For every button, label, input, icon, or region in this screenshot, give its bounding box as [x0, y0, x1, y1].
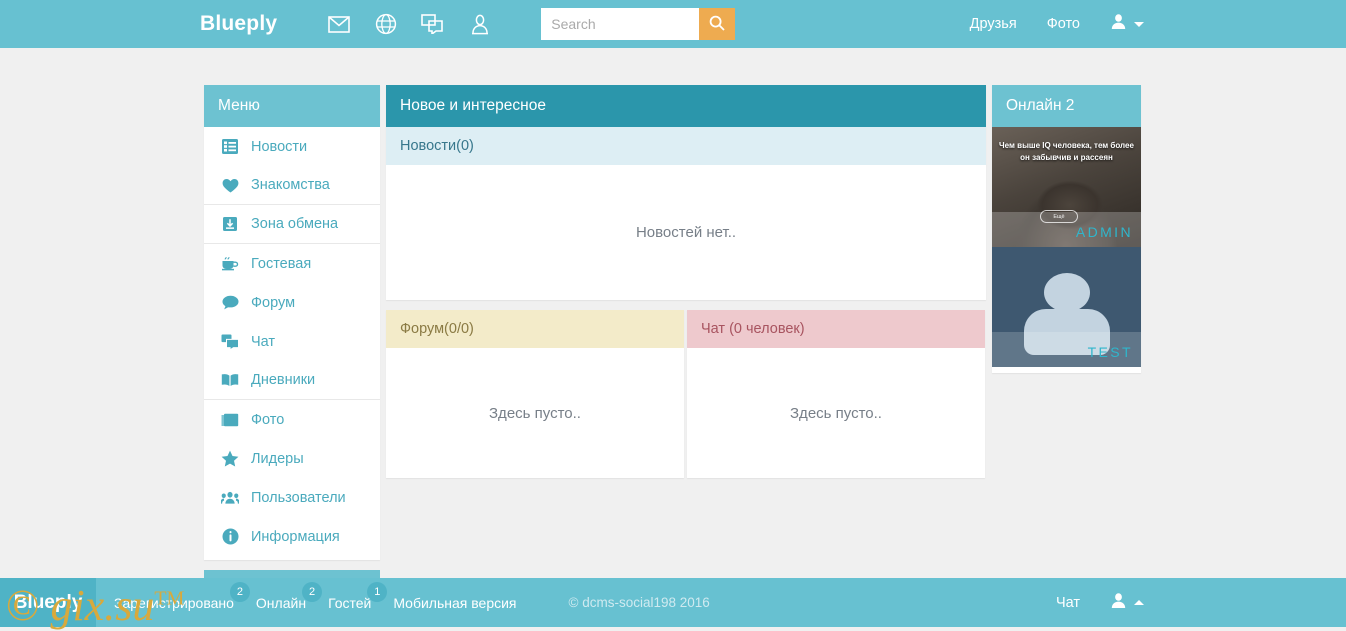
sidebar-item-znakomstva[interactable]: Знакомства	[204, 166, 380, 205]
online-user-card[interactable]: Чем выше IQ человека, тем более он забыв…	[992, 127, 1141, 247]
online-users-list: Чем выше IQ человека, тем более он забыв…	[992, 127, 1141, 373]
footer-link-chat[interactable]: Чат	[1056, 595, 1080, 611]
photos-icon	[221, 413, 239, 427]
user-icon	[1110, 13, 1127, 35]
status-badge: 2	[302, 582, 322, 602]
online-column: Онлайн 2 Чем выше IQ человека, тем более…	[992, 85, 1141, 373]
search-button[interactable]	[699, 8, 735, 40]
download-box-icon	[221, 216, 239, 232]
chat-header[interactable]: Чат (0 человек)	[687, 310, 985, 348]
sidebar-item-foto[interactable]: Фото	[204, 400, 380, 439]
user-name: ADMIN	[1076, 224, 1133, 240]
user-quote: Чем выше IQ человека, тем более он забыв…	[998, 140, 1135, 163]
sidebar-item-chat[interactable]: Чат	[204, 322, 380, 361]
chevron-up-icon	[1134, 600, 1144, 605]
sidebar-item-novosti[interactable]: Новости	[204, 127, 380, 166]
sidebar-item-polzovateli[interactable]: Пользователи	[204, 478, 380, 517]
search-form	[541, 8, 735, 40]
sidebar-item-label: Форум	[251, 295, 295, 311]
online-user-card[interactable]: TEST	[992, 247, 1141, 367]
sidebar-item-forum[interactable]: Форум	[204, 283, 380, 322]
top-header: Blueply Друзья Фото	[0, 0, 1346, 48]
sidebar-item-label: Гостевая	[251, 256, 311, 272]
header-user-menu[interactable]	[1110, 13, 1144, 35]
header-link-photos[interactable]: Фото	[1047, 16, 1080, 32]
chat-panel: Чат (0 человек) Здесь пусто..	[687, 310, 985, 478]
footer-brand[interactable]: Blueply	[0, 578, 96, 627]
sidebar-item-label: Пользователи	[251, 490, 346, 506]
footer-link-registered[interactable]: Зарегистрировано2	[114, 595, 234, 611]
users-icon	[221, 491, 239, 505]
sidebar-item-label: Знакомства	[251, 177, 330, 193]
footer-right-nav: Чат	[1056, 592, 1144, 614]
header-icon-nav	[315, 9, 503, 39]
forum-header[interactable]: Форум(0/0)	[386, 310, 684, 348]
footer-links: Зарегистрировано2 Онлайн2 Гостей1 Мобиль…	[114, 595, 710, 611]
avatar	[1044, 273, 1090, 312]
footer-link-guests[interactable]: Гостей1	[328, 595, 371, 611]
mail-icon[interactable]	[315, 9, 362, 39]
search-icon	[709, 15, 725, 34]
footer-copyright: © dcms-social198 2016	[569, 595, 710, 610]
sidebar-item-zona-obmena[interactable]: Зона обмена	[204, 205, 380, 244]
chat-bubbles-icon	[221, 334, 239, 350]
news-panel: Новое и интересное Новости(0) Новостей н…	[386, 85, 986, 300]
main-title: Новое и интересное	[386, 85, 986, 127]
brand-logo[interactable]: Blueply	[200, 12, 277, 36]
list-icon	[221, 139, 239, 154]
footer-link-mobile-version[interactable]: Мобильная версия	[393, 595, 516, 611]
sidebar-item-label: Информация	[251, 529, 340, 545]
sidebar-item-label: Фото	[251, 412, 284, 428]
comment-icon	[221, 295, 239, 310]
user-outline-icon[interactable]	[456, 9, 503, 39]
book-icon	[221, 373, 239, 387]
sidebar: Меню Новости Знакомства	[204, 85, 380, 600]
forum-panel: Форум(0/0) Здесь пусто..	[386, 310, 684, 478]
sidebar-panel: Меню Новости Знакомства	[204, 85, 380, 560]
sidebar-menu: Новости Знакомства Зона обмена	[204, 127, 380, 560]
footer-bar: Blueply Зарегистрировано2 Онлайн2 Гостей…	[0, 578, 1346, 627]
content-container: Меню Новости Знакомства	[204, 85, 1139, 600]
online-panel: Онлайн 2 Чем выше IQ человека, тем более…	[992, 85, 1141, 373]
sidebar-item-informaciya[interactable]: Информация	[204, 517, 380, 556]
sidebar-item-label: Дневники	[251, 372, 315, 388]
main-column: Новое и интересное Новости(0) Новостей н…	[386, 85, 986, 478]
sidebar-item-label: Чат	[251, 334, 275, 350]
sidebar-item-label: Новости	[251, 139, 307, 155]
secondary-panels-row: Форум(0/0) Здесь пусто.. Чат (0 человек)…	[386, 310, 986, 478]
sidebar-item-label: Зона обмена	[251, 216, 338, 232]
user-name: TEST	[1088, 344, 1133, 360]
chat-empty-message: Здесь пусто..	[687, 348, 985, 478]
sidebar-item-dnevniki[interactable]: Дневники	[204, 361, 380, 400]
online-title: Онлайн 2	[992, 85, 1141, 127]
chat-bubbles-icon[interactable]	[409, 9, 456, 39]
forum-empty-message: Здесь пусто..	[386, 348, 684, 478]
news-empty-message: Новостей нет..	[386, 165, 986, 300]
coffee-icon	[221, 256, 239, 271]
sidebar-item-gostevaya[interactable]: Гостевая	[204, 244, 380, 283]
status-badge: 1	[367, 582, 387, 602]
header-link-friends[interactable]: Друзья	[970, 16, 1017, 32]
footer-user-menu[interactable]	[1110, 592, 1144, 614]
info-icon	[221, 528, 239, 545]
page-body: Меню Новости Знакомства	[0, 48, 1346, 627]
sidebar-item-lidery[interactable]: Лидеры	[204, 439, 380, 478]
globe-icon[interactable]	[362, 9, 409, 39]
status-badge: 2	[230, 582, 250, 602]
star-icon	[221, 450, 239, 467]
user-icon	[1110, 592, 1127, 614]
header-right-nav: Друзья Фото	[970, 13, 1144, 35]
sidebar-title: Меню	[204, 85, 380, 127]
footer-link-online[interactable]: Онлайн2	[256, 595, 306, 611]
news-subheader[interactable]: Новости(0)	[386, 127, 986, 165]
chevron-down-icon	[1134, 22, 1144, 27]
search-input[interactable]	[541, 8, 699, 40]
sidebar-item-label: Лидеры	[251, 451, 304, 467]
heart-icon	[221, 178, 239, 193]
